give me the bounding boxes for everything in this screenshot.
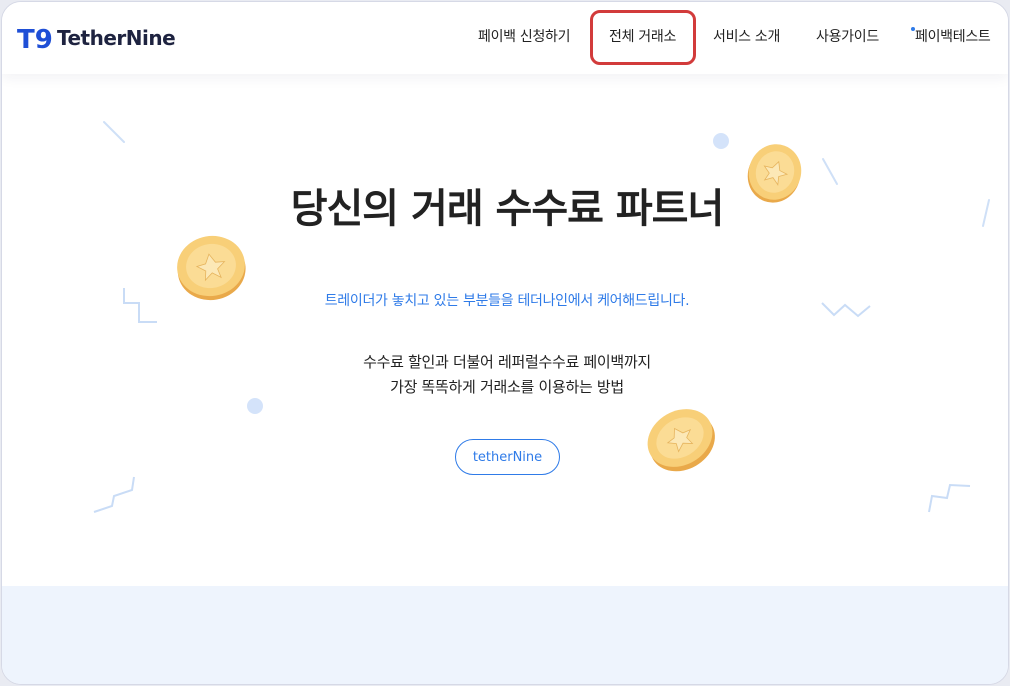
nav-item-payback-apply[interactable]: 페이백 신청하기 xyxy=(478,26,571,46)
hero-subtitle: 트레이더가 놓치고 있는 부분들을 테더나인에서 케어해드립니다. xyxy=(324,293,690,309)
hero-section: 당신의 거래 수수료 파트너 트레이더가 놓치고 있는 부분들을 테더나인에서 … xyxy=(2,74,1008,586)
nav-highlight-box xyxy=(590,10,696,65)
site-header: T9 TetherNine 페이백 신청하기 전체 거래소 서비스 소개 사용가… xyxy=(2,2,1008,74)
zigzag-decoration xyxy=(928,483,971,513)
logo-text: TetherNine xyxy=(57,26,176,50)
hero-description-line2: 가장 똑똑하게 거래소를 이용하는 방법 xyxy=(390,378,624,396)
coin-icon xyxy=(647,409,715,472)
line-decoration xyxy=(103,121,125,143)
nav-notification-dot xyxy=(911,27,915,31)
dot-decoration xyxy=(713,133,729,149)
hero-description-line1: 수수료 할인과 더불어 레퍼럴수수료 페이백까지 xyxy=(363,353,651,371)
next-section-band xyxy=(2,586,1008,684)
hero-description: 수수료 할인과 더불어 레퍼럴수수료 페이백까지 가장 똑똑하게 거래소를 이용… xyxy=(2,350,1008,400)
svg-text:T9: T9 xyxy=(17,25,53,54)
dot-decoration xyxy=(247,398,263,414)
browser-frame: T9 TetherNine 페이백 신청하기 전체 거래소 서비스 소개 사용가… xyxy=(1,1,1009,685)
nav-item-payback-test[interactable]: 페이백테스트 xyxy=(915,26,991,46)
logo[interactable]: T9 TetherNine xyxy=(17,22,176,54)
nav-item-service-intro[interactable]: 서비스 소개 xyxy=(713,26,780,46)
nav-item-user-guide[interactable]: 사용가이드 xyxy=(816,26,879,46)
hero-title: 당신의 거래 수수료 파트너 xyxy=(290,186,725,232)
cta-button[interactable]: tetherNine xyxy=(455,439,560,475)
logo-mark-icon: T9 xyxy=(17,25,53,54)
zigzag-decoration xyxy=(93,476,135,513)
hero-decorations xyxy=(93,121,990,513)
